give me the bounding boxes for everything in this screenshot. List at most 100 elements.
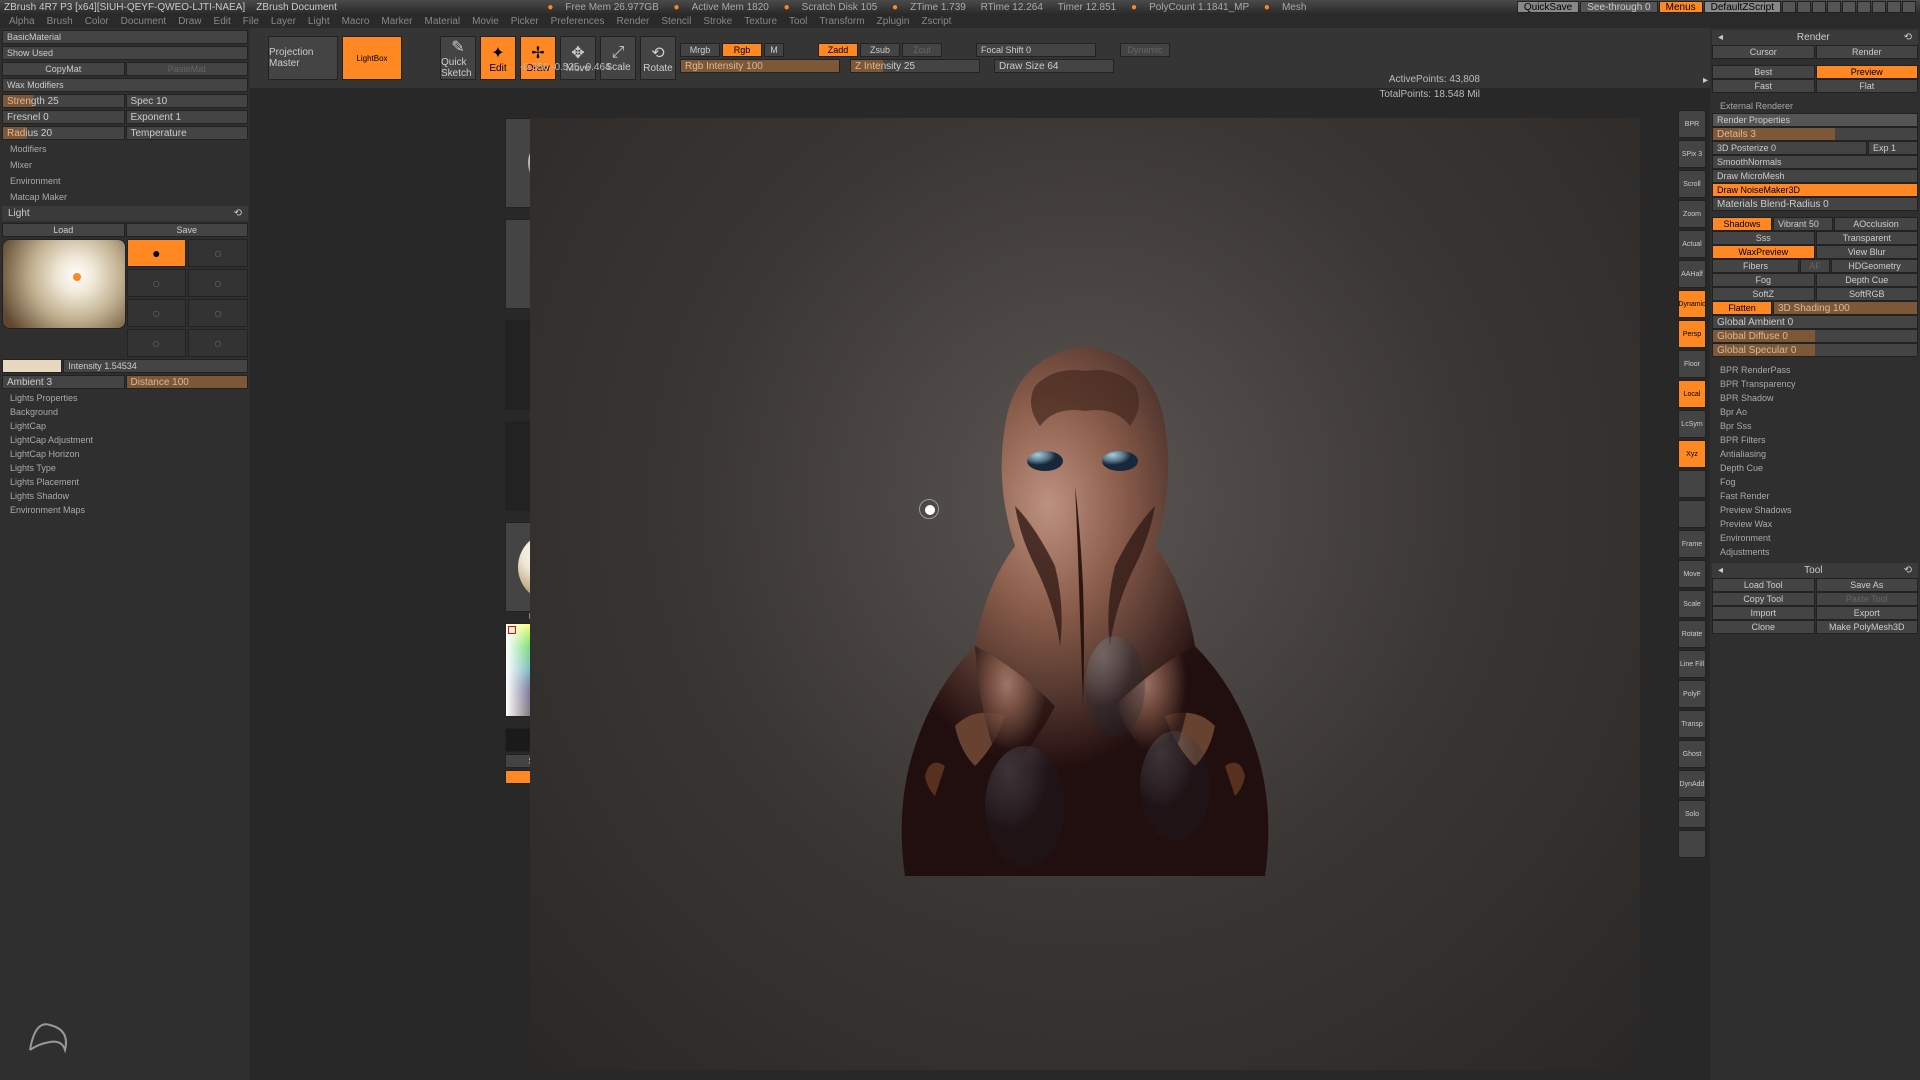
radius-slider[interactable]: Radius 20 <box>2 126 125 140</box>
menu-marker[interactable]: Marker <box>376 16 417 27</box>
sidebar-ghost[interactable]: Ghost <box>1678 740 1706 768</box>
edit-mode-button[interactable]: ✦Edit <box>480 36 516 80</box>
sidebar-actual[interactable]: Actual <box>1678 230 1706 258</box>
details-slider[interactable]: Details 3 <box>1712 127 1918 141</box>
dynamic-button[interactable]: Dynamic <box>1120 43 1170 57</box>
menu-tool[interactable]: Tool <box>784 16 812 27</box>
refresh-icon[interactable]: ⟲ <box>234 208 242 219</box>
exponent-slider[interactable]: Exponent 1 <box>126 110 249 124</box>
clone-button[interactable]: Clone <box>1712 620 1815 634</box>
section-lightcap-adjustment[interactable]: LightCap Adjustment <box>2 433 248 447</box>
fast-button[interactable]: Fast <box>1712 79 1815 93</box>
menu-brush[interactable]: Brush <box>42 16 78 27</box>
sidebar-dynamic[interactable]: Dynamic <box>1678 290 1706 318</box>
sidebar-btn12[interactable] <box>1678 470 1706 498</box>
menu-stencil[interactable]: Stencil <box>656 16 696 27</box>
light-1-toggle[interactable]: ● <box>127 239 187 267</box>
render-section-bpr-transparency[interactable]: BPR Transparency <box>1712 377 1918 391</box>
external-renderer-section[interactable]: External Renderer <box>1712 99 1918 113</box>
spec-slider[interactable]: Spec 10 <box>126 94 249 108</box>
menu-material[interactable]: Material <box>420 16 466 27</box>
shadows-button[interactable]: Shadows <box>1712 217 1772 231</box>
section-lights-properties[interactable]: Lights Properties <box>2 391 248 405</box>
section-lights-shadow[interactable]: Lights Shadow <box>2 489 248 503</box>
menu-transform[interactable]: Transform <box>814 16 869 27</box>
projection-master-button[interactable]: Projection Master▸ <box>268 36 338 80</box>
light-intensity-slider[interactable]: Intensity 1.54534 <box>63 359 248 373</box>
make-polymesh-button[interactable]: Make PolyMesh3D <box>1816 620 1919 634</box>
render-section-bpr-shadow[interactable]: BPR Shadow <box>1712 391 1918 405</box>
strength-slider[interactable]: Strength 25 <box>2 94 125 108</box>
menu-edit[interactable]: Edit <box>209 16 236 27</box>
z-intensity-slider[interactable]: Z Intensity 25 <box>850 59 980 73</box>
light-4-toggle[interactable]: ○ <box>188 269 248 297</box>
render-section-environment[interactable]: Environment <box>1712 531 1918 545</box>
waxpreview-button[interactable]: WaxPreview <box>1712 245 1815 259</box>
menu-stroke[interactable]: Stroke <box>698 16 737 27</box>
sidebar-scroll[interactable]: Scroll <box>1678 170 1706 198</box>
render-section-preview-wax[interactable]: Preview Wax <box>1712 517 1918 531</box>
zadd-button[interactable]: Zadd <box>818 43 858 57</box>
refresh-icon[interactable]: ⟲ <box>1904 32 1912 43</box>
menu-draw[interactable]: Draw <box>173 16 206 27</box>
sidebar-local[interactable]: Local <box>1678 380 1706 408</box>
global-specular-slider[interactable]: Global Specular 0 <box>1712 343 1918 357</box>
menu-preferences[interactable]: Preferences <box>546 16 610 27</box>
m-button[interactable]: M <box>764 43 784 57</box>
distance-slider[interactable]: Distance 100 <box>126 375 249 389</box>
render-section-preview-shadows[interactable]: Preview Shadows <box>1712 503 1918 517</box>
wax-modifiers-header[interactable]: Wax Modifiers <box>2 78 248 92</box>
render-section-fast-render[interactable]: Fast Render <box>1712 489 1918 503</box>
menu-texture[interactable]: Texture <box>739 16 782 27</box>
sidebar-aahalf[interactable]: AAHalf <box>1678 260 1706 288</box>
render-section-bpr-ao[interactable]: Bpr Ao <box>1712 405 1918 419</box>
sidebar-lcsym[interactable]: LcSym <box>1678 410 1706 438</box>
render-button[interactable]: Render <box>1816 45 1919 59</box>
sidebar-rotate[interactable]: Rotate <box>1678 620 1706 648</box>
menu-alpha[interactable]: Alpha <box>4 16 40 27</box>
flat-button[interactable]: Flat <box>1816 79 1919 93</box>
titlebar-icon[interactable] <box>1782 1 1796 13</box>
import-button[interactable]: Import <box>1712 606 1815 620</box>
save-as-button[interactable]: Save As <box>1816 578 1919 592</box>
quicksave-button[interactable]: QuickSave <box>1517 1 1579 13</box>
render-section-bpr-sss[interactable]: Bpr Sss <box>1712 419 1918 433</box>
af-button[interactable]: AF <box>1800 259 1830 273</box>
render-section-bpr-filters[interactable]: BPR Filters <box>1712 433 1918 447</box>
section-lightcap[interactable]: LightCap <box>2 419 248 433</box>
menu-macro[interactable]: Macro <box>337 16 375 27</box>
rgb-intensity-slider[interactable]: Rgb Intensity 100 <box>680 59 840 73</box>
exp-slider[interactable]: Exp 1 <box>1868 141 1918 155</box>
fog-button[interactable]: Fog <box>1712 273 1815 287</box>
hdgeometry-button[interactable]: HDGeometry <box>1831 259 1918 273</box>
light-6-toggle[interactable]: ○ <box>188 299 248 327</box>
light-7-toggle[interactable]: ○ <box>127 329 187 357</box>
sidebar-persp[interactable]: Persp <box>1678 320 1706 348</box>
render-section-fog[interactable]: Fog <box>1712 475 1918 489</box>
titlebar-icon[interactable] <box>1797 1 1811 13</box>
fresnel-slider[interactable]: Fresnel 0 <box>2 110 125 124</box>
sidebar-solo[interactable]: Solo <box>1678 800 1706 828</box>
render-section-antialiasing[interactable]: Antialiasing <box>1712 447 1918 461</box>
section-lightcap-horizon[interactable]: LightCap Horizon <box>2 447 248 461</box>
sss-button[interactable]: Sss <box>1712 231 1815 245</box>
section-lights-type[interactable]: Lights Type <box>2 461 248 475</box>
menu-movie[interactable]: Movie <box>467 16 504 27</box>
draw-size-slider[interactable]: Draw Size 64 <box>994 59 1114 73</box>
light-5-toggle[interactable]: ○ <box>127 299 187 327</box>
seethrough-slider[interactable]: See-through 0 <box>1580 1 1657 13</box>
move-mode-button[interactable]: ✥Move <box>560 36 596 80</box>
viewblur-button[interactable]: View Blur <box>1816 245 1919 259</box>
rotate-mode-button[interactable]: ⟲Rotate <box>640 36 676 80</box>
focal-shift-slider[interactable]: Focal Shift 0 <box>976 43 1096 57</box>
environment-section[interactable]: Environment <box>2 174 248 188</box>
zsub-button[interactable]: Zsub <box>860 43 900 57</box>
titlebar-icon[interactable] <box>1812 1 1826 13</box>
best-button[interactable]: Best <box>1712 65 1815 79</box>
titlebar-icon[interactable] <box>1887 1 1901 13</box>
show-used-button[interactable]: Show Used <box>2 46 248 60</box>
sidebar-btn24[interactable] <box>1678 830 1706 858</box>
sidebar-xyz[interactable]: Xyz <box>1678 440 1706 468</box>
menu-zplugin[interactable]: Zplugin <box>872 16 915 27</box>
posterize-slider[interactable]: 3D Posterize 0 <box>1712 141 1867 155</box>
